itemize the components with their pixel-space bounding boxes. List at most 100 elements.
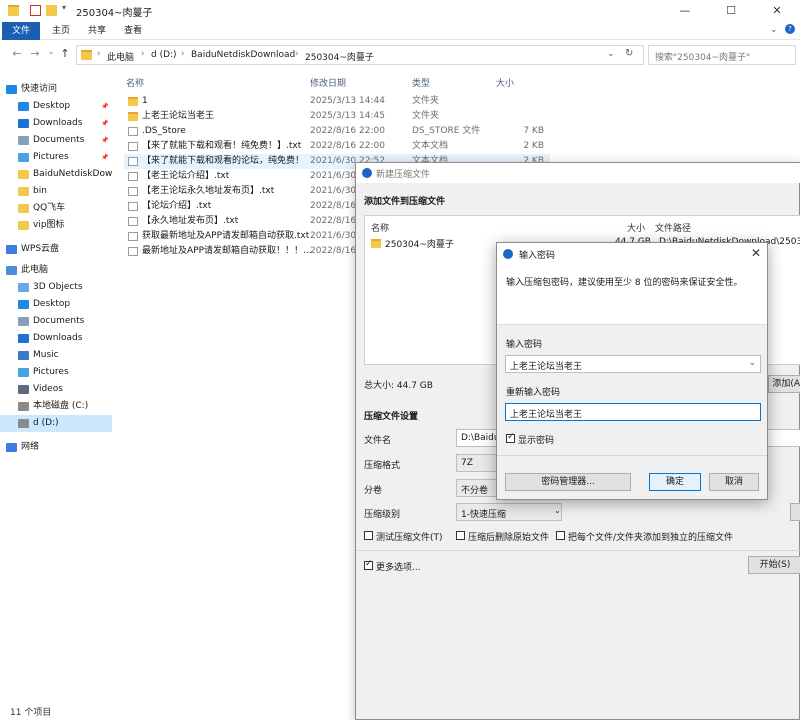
properties-icon[interactable] <box>30 5 41 16</box>
sidebar-item[interactable]: 网络 <box>0 439 112 456</box>
sidebar-item[interactable]: Desktop 📌 <box>0 98 112 115</box>
column-header-date[interactable]: 修改日期 <box>310 76 346 89</box>
refresh-button[interactable]: ↻ <box>625 48 633 59</box>
password-manager-button[interactable]: 密码管理器... <box>505 473 631 491</box>
folder-icon <box>8 5 19 16</box>
breadcrumb-current[interactable]: 250304~肉蔓子 <box>305 50 374 63</box>
file-name: 获取最新地址及APP请发邮箱自动获取.txt <box>142 231 310 241</box>
sidebar-item[interactable]: Pictures 📌 <box>0 149 112 166</box>
address-bar[interactable]: › 此电脑 › d (D:) › BaiduNetdiskDownload › … <box>76 45 644 65</box>
breadcrumb-drive-d[interactable]: d (D:) <box>151 50 177 60</box>
sidebar-item[interactable]: 3D Objects <box>0 279 112 296</box>
sidebar-item-label: Downloads <box>33 333 83 343</box>
item-name: 250304~肉蔓子 <box>385 240 454 250</box>
breadcrumb-this-pc[interactable]: 此电脑 <box>107 50 134 63</box>
show-password-checkbox[interactable] <box>506 432 515 443</box>
file-date: 2021/6/30 <box>310 171 357 181</box>
app-logo-icon <box>503 249 513 259</box>
column-header-path[interactable]: 文件路径 <box>655 221 691 234</box>
column-header-size[interactable]: 大小 <box>627 221 645 234</box>
password-input[interactable]: 上老王论坛当老王 ⌄ <box>505 355 761 373</box>
search-input[interactable]: 搜索"250304~肉蔓子" <box>648 45 796 65</box>
maximize-button[interactable]: ☐ <box>708 0 754 22</box>
help-icon[interactable]: ? <box>785 24 795 34</box>
folder-icon <box>18 187 29 196</box>
quick-access-dropdown-icon[interactable]: ▾ <box>62 3 66 12</box>
add-button[interactable]: 添加(A) <box>768 375 800 393</box>
sidebar-item[interactable]: WPS云盘 <box>0 241 112 258</box>
sidebar-item[interactable]: QQ飞车 <box>0 200 112 217</box>
folder-icon <box>18 221 29 230</box>
divider <box>497 455 767 456</box>
confirm-password-value: 上老王论坛当老王 <box>510 410 583 420</box>
delete-after-checkbox[interactable] <box>456 531 465 540</box>
file-row[interactable]: 【来了就能下载和观看！纯免费！】.txt 2022/8/16 22:00 文本文档 2… <box>124 139 550 154</box>
folder-icon <box>371 239 381 248</box>
level-settings-button[interactable] <box>790 503 800 521</box>
column-header-name[interactable]: 名称 <box>371 221 389 234</box>
start-button[interactable]: 开始(S) <box>748 556 800 574</box>
password-value: 上老王论坛当老王 <box>510 362 583 372</box>
expand-ribbon-icon[interactable]: ⌄ <box>770 25 778 35</box>
new-folder-icon[interactable] <box>46 5 57 16</box>
back-button[interactable]: ← <box>10 47 24 60</box>
sidebar-item[interactable]: d (D:) <box>0 415 112 432</box>
tab-home[interactable]: 主页 <box>44 22 78 40</box>
separate-archives-checkbox[interactable] <box>556 531 565 540</box>
file-date: 2022/8/16 <box>310 216 357 226</box>
sidebar-item[interactable]: 快速访问 <box>0 81 112 98</box>
sidebar-item[interactable]: BaiduNetdiskDow <box>0 166 112 183</box>
tab-share[interactable]: 共享 <box>80 22 114 40</box>
status-item-count: 11 个项目 <box>10 708 52 718</box>
network-icon <box>6 443 17 452</box>
sidebar-item-label: BaiduNetdiskDow <box>33 169 112 179</box>
forward-button[interactable]: → <box>28 47 42 60</box>
file-row[interactable]: .DS_Store 2022/8/16 22:00 DS_STORE 文件 7 KB <box>124 124 550 139</box>
tab-file[interactable]: 文件 <box>2 22 40 40</box>
test-archive-checkbox[interactable] <box>364 531 373 540</box>
tab-view[interactable]: 查看 <box>116 22 150 40</box>
sidebar-item[interactable]: 此电脑 <box>0 262 112 279</box>
folder-icon <box>128 97 138 106</box>
up-button[interactable]: ↑ <box>58 47 72 60</box>
sidebar-item[interactable]: Documents <box>0 313 112 330</box>
recent-locations-button[interactable]: ⌄ <box>44 47 58 57</box>
sidebar-item[interactable]: 本地磁盘 (C:) <box>0 398 112 415</box>
more-options-checkbox[interactable] <box>364 559 373 570</box>
file-row[interactable]: 上老王论坛当老王 2025/3/13 14:45 文件夹 <box>124 109 550 124</box>
navigation-bar: ← → ⌄ ↑ › 此电脑 › d (D:) › BaiduNetdiskDow… <box>0 42 800 68</box>
cancel-button[interactable]: 取消 <box>709 473 759 491</box>
file-date: 2021/6/30 <box>310 186 357 196</box>
text-file-icon <box>128 187 138 196</box>
breadcrumb-separator: › <box>97 49 101 59</box>
sidebar-item[interactable]: Videos <box>0 381 112 398</box>
file-name: 【论坛介绍】.txt <box>142 201 212 211</box>
ok-button[interactable]: 确定 <box>649 473 701 491</box>
column-header-type[interactable]: 类型 <box>412 76 430 89</box>
cube-icon <box>18 283 29 292</box>
sidebar-item[interactable]: Desktop <box>0 296 112 313</box>
sidebar-item[interactable]: bin <box>0 183 112 200</box>
sidebar-item-label: Documents <box>33 316 85 326</box>
confirm-password-input[interactable]: 上老王论坛当老王 <box>505 403 761 421</box>
folder-icon <box>128 112 138 121</box>
column-header-name[interactable]: 名称 <box>126 76 144 89</box>
file-date: 2025/3/13 14:44 <box>310 96 385 106</box>
sidebar-item[interactable]: Music <box>0 347 112 364</box>
more-options-label: 更多选项... <box>376 563 421 573</box>
file-row[interactable]: 1 2025/3/13 14:44 文件夹 <box>124 94 550 109</box>
sidebar-item[interactable]: Downloads <box>0 330 112 347</box>
close-button[interactable]: ✕ <box>754 0 800 22</box>
breadcrumb-baidu[interactable]: BaiduNetdiskDownload <box>191 50 295 60</box>
minimize-button[interactable]: — <box>662 0 708 22</box>
chevron-down-icon[interactable]: ⌄ <box>748 358 756 368</box>
sidebar-item[interactable]: vip图标 <box>0 217 112 234</box>
address-dropdown-icon[interactable]: ⌄ <box>607 49 615 59</box>
sidebar-item[interactable]: Downloads 📌 <box>0 115 112 132</box>
level-select[interactable]: 1-快速压缩 <box>456 503 562 521</box>
sidebar-item[interactable]: Documents 📌 <box>0 132 112 149</box>
column-header-size[interactable]: 大小 <box>496 76 514 89</box>
sidebar-item[interactable]: Pictures <box>0 364 112 381</box>
separate-archives-label: 把每个文件/文件夹添加到独立的压缩文件 <box>568 533 734 543</box>
close-icon[interactable]: ✕ <box>751 246 761 260</box>
